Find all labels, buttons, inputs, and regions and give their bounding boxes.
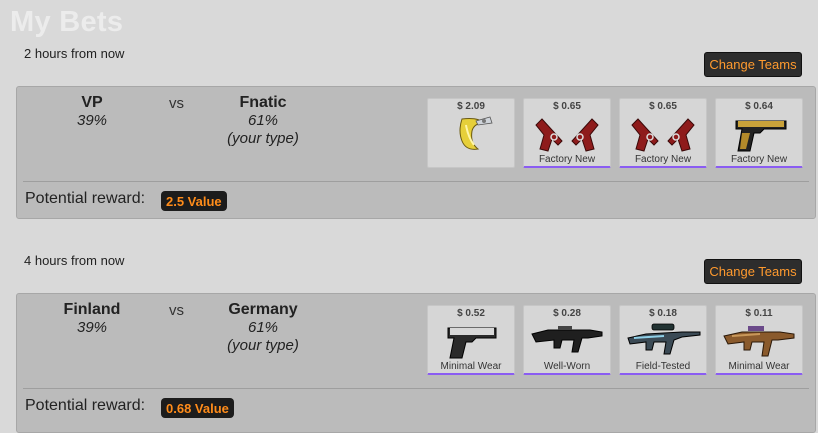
potential-reward-label: Potential reward:	[25, 190, 146, 207]
change-teams-button[interactable]: Change Teams	[704, 52, 802, 77]
potential-reward-label: Potential reward:	[25, 397, 146, 414]
divider	[23, 181, 809, 182]
team-percent: 39%	[76, 319, 108, 336]
match-time: 4 hours from now	[24, 253, 125, 268]
page-title: My Bets	[10, 6, 124, 38]
vs-label: vs	[169, 302, 184, 319]
team-name: Germany	[228, 301, 298, 318]
dual-berettas-red-icon	[631, 118, 695, 152]
item-card[interactable]: $ 0.28 Well-Worn	[523, 305, 611, 375]
rifle-black-icon	[531, 326, 603, 353]
team-name: Finland	[63, 301, 121, 318]
match-card: Finland 39% vs Germany 61% (your type) $…	[16, 293, 816, 433]
item-card[interactable]: $ 0.64 Factory New	[715, 98, 803, 168]
reward-value-badge: 0.68 Value	[161, 398, 234, 418]
team-left: Finland 39%	[47, 301, 137, 337]
match-card: VP 39% vs Fnatic 61% (your type) $ 2.09 …	[16, 86, 816, 219]
item-card[interactable]: $ 2.09	[427, 98, 515, 168]
item-condition: Well-Worn	[543, 361, 591, 372]
pistol-gold-icon	[735, 120, 787, 152]
dual-berettas-red-icon	[535, 118, 599, 152]
team-percent: 61%	[247, 112, 279, 129]
match-time: 2 hours from now	[24, 46, 125, 61]
item-card[interactable]: $ 0.11 Minimal Wear	[715, 305, 803, 375]
banana-sticker-icon	[459, 116, 493, 150]
team-left: VP 39%	[57, 94, 127, 130]
team-percent: 39%	[76, 112, 108, 129]
item-card[interactable]: $ 0.65 Factory New	[523, 98, 611, 168]
team-right[interactable]: Germany 61% (your type)	[213, 301, 313, 355]
item-condition: Minimal Wear	[728, 361, 790, 372]
item-condition: Factory New	[634, 154, 692, 165]
vs-label: vs	[169, 95, 184, 112]
your-type-note: (your type)	[227, 130, 299, 147]
item-card[interactable]: $ 0.18 Field-Tested	[619, 305, 707, 375]
team-right[interactable]: Fnatic 61% (your type)	[213, 94, 313, 148]
change-teams-button[interactable]: Change Teams	[704, 259, 802, 284]
your-type-note: (your type)	[227, 337, 299, 354]
reward-value-badge: 2.5 Value	[161, 191, 227, 211]
team-name: VP	[81, 94, 103, 111]
sniper-rifle-icon	[627, 323, 701, 355]
item-condition: Minimal Wear	[440, 361, 502, 372]
item-card[interactable]: $ 0.52 Minimal Wear	[427, 305, 515, 375]
team-name: Fnatic	[239, 94, 287, 111]
item-condition: Factory New	[538, 154, 596, 165]
pistol-silver-icon	[447, 327, 497, 359]
item-card[interactable]: $ 0.65 Factory New	[619, 98, 707, 168]
item-condition: Factory New	[730, 154, 788, 165]
team-percent: 61%	[247, 319, 279, 336]
divider	[23, 388, 809, 389]
item-condition: Field-Tested	[635, 361, 691, 372]
rifle-copper-icon	[723, 326, 795, 357]
